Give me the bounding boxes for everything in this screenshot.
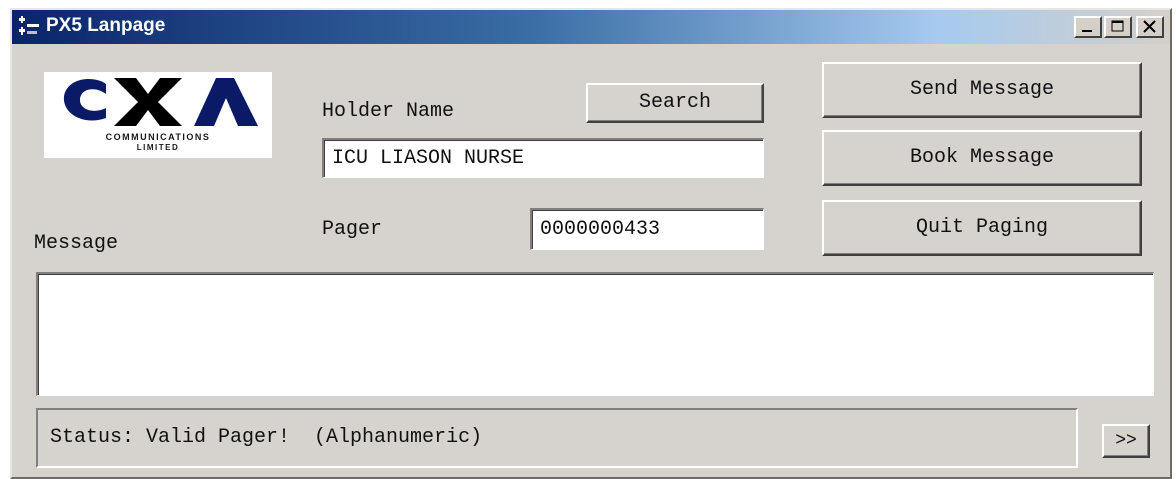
minimize-button[interactable] xyxy=(1074,16,1102,38)
status-text: Status: Valid Pager! (Alphanumeric) xyxy=(50,426,483,449)
message-textarea[interactable] xyxy=(36,272,1154,396)
minimize-icon xyxy=(1082,30,1092,32)
send-message-button[interactable]: Send Message xyxy=(822,62,1142,118)
book-message-button[interactable]: Book Message xyxy=(822,130,1142,186)
close-button[interactable] xyxy=(1136,16,1164,38)
logo-text-limited: LIMITED xyxy=(136,143,180,152)
search-button[interactable]: Search xyxy=(586,83,764,123)
quit-paging-button[interactable]: Quit Paging xyxy=(822,200,1142,256)
close-icon xyxy=(1143,20,1156,33)
cxa-logo-mark xyxy=(63,78,258,126)
maximize-icon xyxy=(1111,20,1124,32)
company-logo: COMMUNICATIONS LIMITED xyxy=(44,72,272,158)
app-window: PX5 Lanpage COMMUNICATIONS LIMITED Holde… xyxy=(10,8,1172,479)
message-label: Message xyxy=(34,232,119,255)
holder-name-label: Holder Name xyxy=(322,100,455,123)
expand-button[interactable]: >> xyxy=(1102,424,1150,458)
logo-text-communications: COMMUNICATIONS xyxy=(105,132,211,142)
status-bar: Status: Valid Pager! (Alphanumeric) xyxy=(36,408,1078,468)
pager-label: Pager xyxy=(322,218,383,241)
app-icon xyxy=(18,16,40,36)
title-bar[interactable]: PX5 Lanpage xyxy=(12,10,1170,44)
window-title: PX5 Lanpage xyxy=(46,15,166,36)
holder-name-field[interactable] xyxy=(322,138,764,178)
maximize-button[interactable] xyxy=(1104,16,1132,38)
pager-field[interactable] xyxy=(530,208,764,250)
